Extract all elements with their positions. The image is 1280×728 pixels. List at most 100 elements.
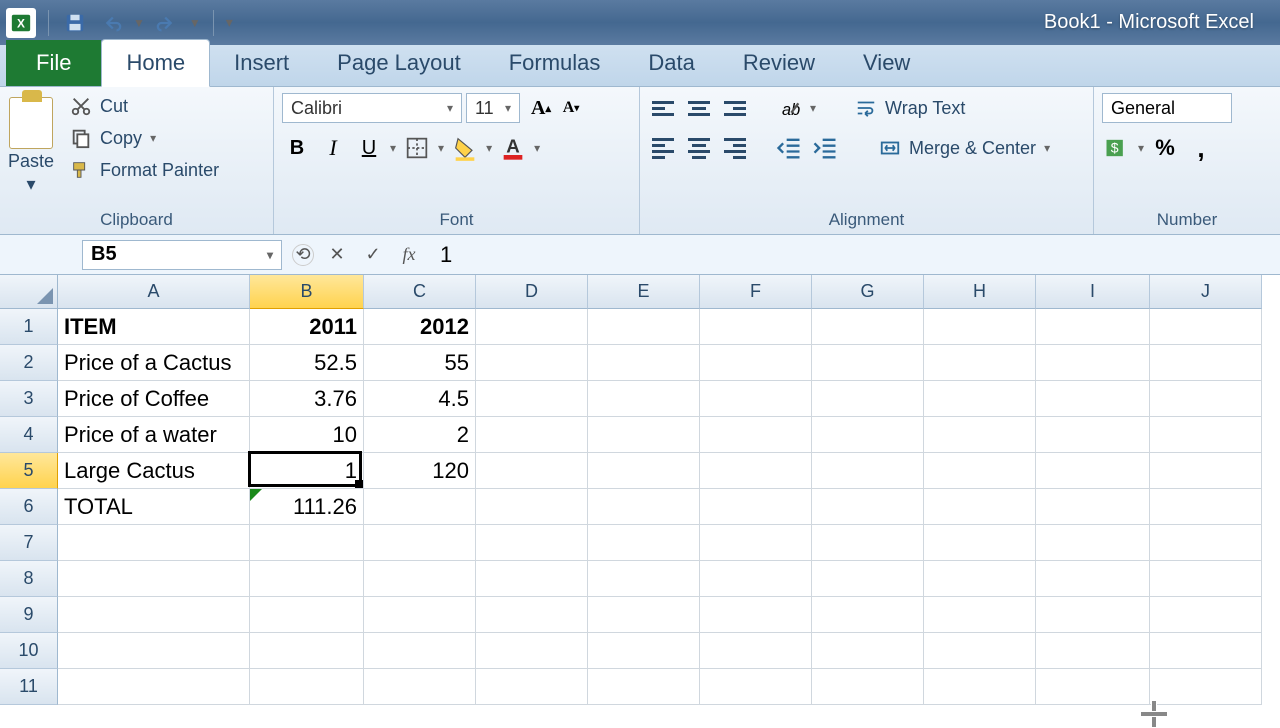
cell[interactable] bbox=[250, 597, 364, 633]
borders-button[interactable] bbox=[402, 133, 432, 163]
column-header[interactable]: D bbox=[476, 275, 588, 309]
cell[interactable]: Large Cactus bbox=[58, 453, 250, 489]
wrap-text-button[interactable]: Wrap Text bbox=[848, 94, 972, 122]
cancel-button[interactable]: ✕ bbox=[324, 242, 350, 268]
column-header[interactable]: E bbox=[588, 275, 700, 309]
cell[interactable] bbox=[812, 633, 924, 669]
column-header[interactable]: B bbox=[250, 275, 364, 309]
cell[interactable] bbox=[1036, 453, 1150, 489]
redo-dropdown[interactable]: ▼ bbox=[189, 16, 201, 30]
tab-review[interactable]: Review bbox=[719, 40, 839, 86]
cell[interactable] bbox=[364, 597, 476, 633]
comma-button[interactable]: , bbox=[1186, 133, 1216, 163]
cell[interactable] bbox=[1036, 489, 1150, 525]
increase-indent-button[interactable] bbox=[810, 133, 840, 163]
tab-data[interactable]: Data bbox=[624, 40, 718, 86]
excel-app-icon[interactable]: X bbox=[6, 8, 36, 38]
orientation-dropdown[interactable]: ▾ bbox=[810, 101, 816, 115]
cell[interactable] bbox=[58, 669, 250, 705]
cell[interactable] bbox=[476, 309, 588, 345]
cell[interactable]: 120 bbox=[364, 453, 476, 489]
cell[interactable] bbox=[1036, 525, 1150, 561]
underline-button[interactable]: U bbox=[354, 133, 384, 163]
align-left-button[interactable] bbox=[648, 133, 678, 163]
cell[interactable]: 111.26 bbox=[250, 489, 364, 525]
cell[interactable] bbox=[812, 453, 924, 489]
cancel-edit-button[interactable]: ⟲ bbox=[292, 244, 314, 266]
row-header[interactable]: 1 bbox=[0, 309, 58, 345]
row-header[interactable]: 5 bbox=[0, 453, 58, 489]
cell[interactable] bbox=[812, 381, 924, 417]
cell[interactable] bbox=[1150, 381, 1262, 417]
format-painter-button[interactable]: Format Painter bbox=[66, 157, 223, 183]
cell[interactable] bbox=[1036, 633, 1150, 669]
column-header[interactable]: H bbox=[924, 275, 1036, 309]
italic-button[interactable]: I bbox=[318, 133, 348, 163]
cell[interactable] bbox=[1036, 597, 1150, 633]
tab-view[interactable]: View bbox=[839, 40, 934, 86]
cell[interactable] bbox=[700, 597, 812, 633]
cell[interactable]: 52.5 bbox=[250, 345, 364, 381]
cell[interactable] bbox=[924, 561, 1036, 597]
cell[interactable] bbox=[700, 669, 812, 705]
cut-button[interactable]: Cut bbox=[66, 93, 223, 119]
cell[interactable] bbox=[700, 525, 812, 561]
spreadsheet-grid[interactable]: ABCDEFGHIJ 1234567891011 ITEM20112012Pri… bbox=[0, 275, 1280, 705]
name-box[interactable]: B5 ▾ bbox=[82, 240, 282, 270]
cell[interactable] bbox=[1150, 345, 1262, 381]
cell[interactable] bbox=[364, 525, 476, 561]
row-header[interactable]: 8 bbox=[0, 561, 58, 597]
cell[interactable] bbox=[476, 561, 588, 597]
cell[interactable] bbox=[1036, 381, 1150, 417]
row-header[interactable]: 2 bbox=[0, 345, 58, 381]
cell[interactable] bbox=[588, 597, 700, 633]
cell[interactable] bbox=[476, 453, 588, 489]
cell[interactable]: 10 bbox=[250, 417, 364, 453]
cell[interactable] bbox=[700, 489, 812, 525]
cell[interactable] bbox=[476, 597, 588, 633]
row-header[interactable]: 11 bbox=[0, 669, 58, 705]
cell[interactable] bbox=[588, 669, 700, 705]
merge-center-dropdown[interactable]: ▾ bbox=[1044, 141, 1050, 155]
cell[interactable] bbox=[924, 453, 1036, 489]
cell[interactable] bbox=[476, 669, 588, 705]
cell[interactable] bbox=[924, 597, 1036, 633]
align-center-button[interactable] bbox=[684, 133, 714, 163]
cell[interactable] bbox=[1150, 669, 1262, 705]
cell[interactable]: 3.76 bbox=[250, 381, 364, 417]
tab-home[interactable]: Home bbox=[101, 39, 210, 87]
cell[interactable] bbox=[700, 381, 812, 417]
cell[interactable] bbox=[588, 453, 700, 489]
borders-dropdown[interactable]: ▾ bbox=[438, 141, 444, 155]
font-name-combo[interactable]: Calibri▾ bbox=[282, 93, 462, 123]
cell[interactable] bbox=[58, 525, 250, 561]
column-header[interactable]: I bbox=[1036, 275, 1150, 309]
tab-formulas[interactable]: Formulas bbox=[485, 40, 625, 86]
align-middle-button[interactable] bbox=[684, 93, 714, 123]
redo-button[interactable] bbox=[153, 9, 181, 37]
cell[interactable] bbox=[58, 561, 250, 597]
increase-font-button[interactable]: A▴ bbox=[526, 93, 556, 123]
align-bottom-button[interactable] bbox=[720, 93, 750, 123]
cell[interactable] bbox=[924, 633, 1036, 669]
cell[interactable] bbox=[1150, 597, 1262, 633]
select-all-corner[interactable] bbox=[0, 275, 58, 309]
cell[interactable] bbox=[700, 309, 812, 345]
undo-dropdown[interactable]: ▼ bbox=[133, 16, 145, 30]
cell[interactable] bbox=[1150, 489, 1262, 525]
cell[interactable] bbox=[812, 525, 924, 561]
cell[interactable] bbox=[476, 381, 588, 417]
tab-insert[interactable]: Insert bbox=[210, 40, 313, 86]
cell[interactable] bbox=[812, 669, 924, 705]
cell[interactable]: Price of Coffee bbox=[58, 381, 250, 417]
font-color-dropdown[interactable]: ▾ bbox=[534, 141, 540, 155]
cell[interactable] bbox=[250, 525, 364, 561]
row-header[interactable]: 10 bbox=[0, 633, 58, 669]
row-header[interactable]: 6 bbox=[0, 489, 58, 525]
column-header[interactable]: G bbox=[812, 275, 924, 309]
decrease-font-button[interactable]: A▾ bbox=[556, 93, 586, 123]
underline-dropdown[interactable]: ▾ bbox=[390, 141, 396, 155]
fx-button[interactable]: fx bbox=[396, 242, 422, 268]
cell[interactable] bbox=[364, 669, 476, 705]
cell[interactable]: 2011 bbox=[250, 309, 364, 345]
